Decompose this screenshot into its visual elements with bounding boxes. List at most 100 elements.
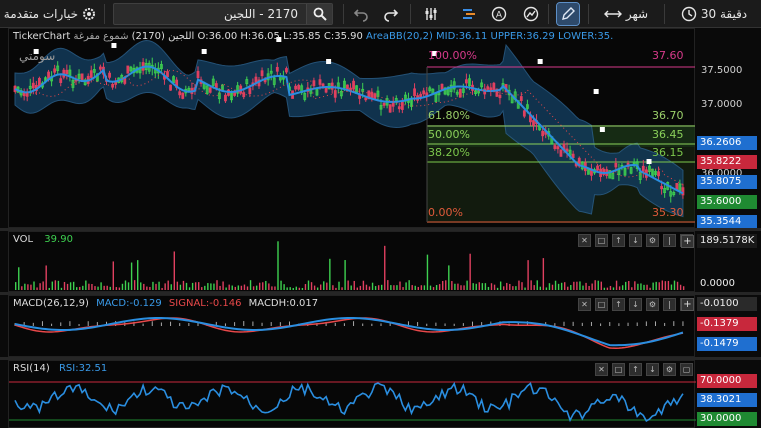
volume-bar [625, 281, 627, 290]
trend-button[interactable] [520, 3, 542, 25]
volume-bar [60, 287, 63, 290]
volume-bar [30, 284, 32, 290]
pane-close-button[interactable]: ✕ [578, 234, 591, 247]
pane-settings-button[interactable]: ⚙ [663, 363, 676, 376]
pane-scroll-left-button[interactable]: | [663, 298, 676, 311]
macd-pane[interactable]: MACD(26,12,9) MACD:-0.129 SIGNAL:-0.146 … [8, 295, 695, 357]
volume-bar [646, 284, 648, 290]
volume-bar [512, 286, 514, 290]
settings-gear-button[interactable] [78, 3, 100, 25]
volume-axis[interactable]: 189.5178K 0.0000 [697, 231, 761, 292]
fib-value-100: 37.60 [652, 49, 684, 62]
pane-move-down-button[interactable]: ↓ [646, 363, 659, 376]
volume-bar [85, 280, 87, 290]
undo-button[interactable] [350, 3, 372, 25]
pane-move-down-button[interactable]: ↓ [629, 298, 642, 311]
pane-move-up-button[interactable]: ↑ [612, 234, 625, 247]
drawing-tools-button[interactable] [556, 2, 580, 26]
volume-bar [429, 285, 432, 290]
price-tick: 37.0000 [701, 99, 743, 110]
pane-close-button[interactable]: ✕ [595, 363, 608, 376]
volume-bar [359, 285, 362, 290]
period-button[interactable]: شهر [596, 3, 656, 25]
volume-bar [423, 285, 426, 290]
price-chart-svg [13, 37, 695, 223]
volume-bar [374, 286, 377, 290]
price-pane[interactable]: TickerChart اللجين (2170) شموع مفرغة O:3… [8, 28, 695, 228]
symbol-search-input[interactable]: 2170 - اللجين [113, 3, 333, 25]
volume-bar [310, 282, 313, 290]
add-indicator-button[interactable]: + [681, 298, 694, 311]
macd-pane-header: MACD(26,12,9) MACD:-0.129 SIGNAL:-0.146 … [13, 298, 318, 309]
pane-close-button[interactable]: ✕ [578, 298, 591, 311]
volume-bar [292, 287, 294, 290]
pane-move-down-button[interactable]: ↓ [629, 234, 642, 247]
volume-bar [475, 283, 477, 290]
watermark: سومتي [19, 49, 56, 63]
volume-bar [332, 285, 334, 290]
candle [178, 91, 182, 96]
volume-bar [338, 281, 340, 290]
alert-button[interactable]: A [488, 3, 510, 25]
macd-signal-value: SIGNAL:-0.146 [168, 298, 242, 309]
volume-bar [274, 286, 276, 290]
volume-bar [335, 287, 337, 290]
volume-bar [478, 282, 480, 290]
volume-bar [280, 280, 282, 290]
levels-button[interactable] [458, 3, 480, 25]
volume-bar [597, 280, 599, 290]
candle [31, 82, 35, 89]
volume-bar [295, 286, 297, 290]
pivot-marker [593, 89, 599, 94]
candle [166, 71, 169, 78]
volume-pane[interactable]: VOL 39.90 ✕ □ ↑ ↓ ⚙ | ▢ [8, 231, 695, 292]
volume-bar [91, 283, 93, 290]
candle [559, 149, 563, 157]
pane-settings-button[interactable]: ⚙ [646, 234, 659, 247]
volume-bar [609, 285, 612, 290]
redo-button[interactable] [380, 3, 402, 25]
pane-move-up-button[interactable]: ↑ [612, 298, 625, 311]
price-axis[interactable]: 37.5000 37.0000 36.0000 36.2606 35.8222 … [697, 28, 761, 229]
chart-canvas[interactable]: TickerChart اللجين (2170) شموع مفرغة O:3… [0, 28, 761, 428]
pane-scroll-left-button[interactable]: | [663, 234, 676, 247]
pane-maximize-button[interactable]: □ [595, 298, 608, 311]
interval-button[interactable]: 30 دقيقة [670, 3, 758, 25]
macd-hist-value: MACDH:0.017 [248, 298, 319, 309]
pivot-marker [646, 159, 652, 164]
rsi-axis[interactable]: 70.0000 38.3021 30.0000 [697, 360, 761, 428]
pane-settings-button[interactable]: ⚙ [646, 298, 659, 311]
volume-bar [45, 265, 47, 290]
indicators-button[interactable] [420, 3, 442, 25]
bb-upper-price-label: 36.2606 [697, 136, 757, 150]
volume-bar [399, 281, 401, 290]
advanced-options-button[interactable]: خيارات متقدمة [0, 3, 78, 25]
pane-maximize-button[interactable]: □ [612, 363, 625, 376]
volume-bar [72, 281, 75, 290]
volume-bar [381, 284, 383, 290]
pane-scroll-right-button[interactable]: ▢ [680, 363, 693, 376]
volume-bar [435, 285, 438, 290]
volume-bar [262, 282, 264, 290]
rsi-pane[interactable]: RSI(14) RSI:32.51 ✕ □ ↑ ↓ ⚙ ▢ [8, 360, 696, 428]
macd-axis[interactable]: -0.0100 -0.1379 -0.1479 [697, 295, 761, 357]
volume-bar [603, 287, 606, 290]
sliders-icon [425, 8, 437, 20]
pane-maximize-button[interactable]: □ [595, 234, 608, 247]
candle [464, 79, 468, 84]
volume-bar [667, 280, 670, 290]
volume-bar [536, 280, 538, 290]
volume-bar [582, 285, 584, 290]
candle [285, 68, 288, 73]
volume-bar [368, 286, 371, 290]
volume-bar [600, 281, 602, 290]
volume-bar [612, 287, 615, 290]
bb-mid: MID:36.11 [436, 31, 488, 42]
pane-move-up-button[interactable]: ↑ [629, 363, 642, 376]
add-indicator-button[interactable]: + [681, 235, 694, 248]
volume-bar [445, 280, 447, 290]
search-button[interactable] [306, 4, 332, 24]
price-pane-header: TickerChart اللجين (2170) شموع مفرغة O:3… [13, 31, 613, 42]
candle [596, 165, 599, 171]
volume-bar [231, 285, 233, 290]
